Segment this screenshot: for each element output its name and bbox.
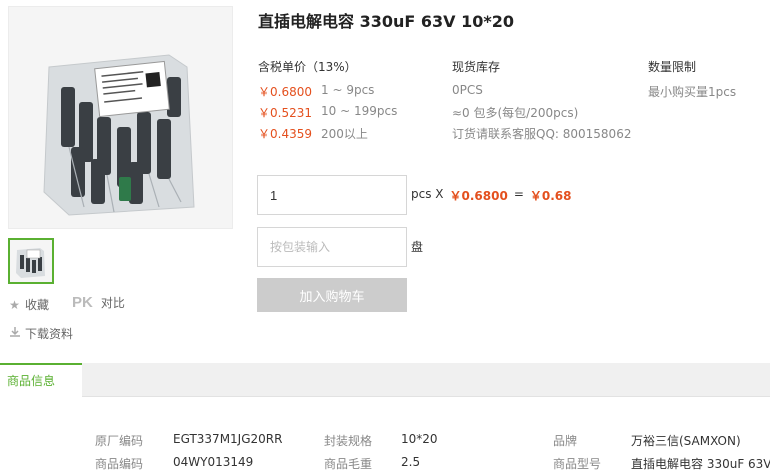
spec-value: 万裕三信(SAMXON) [631,434,741,448]
tier-qty: 10 ~ 199pcs [321,104,398,118]
thumbnail-photo-icon [10,240,52,282]
spec-value: 10*20 [401,432,438,446]
tier-qty: 200以上 [321,127,368,141]
spec-value: 2.5 [401,455,421,469]
tier-price: ￥0.4359 [258,127,312,141]
price-tier: ￥0.4359 200以上 [258,125,368,142]
package-unit: 盘 [411,240,424,254]
product-photo-icon [9,7,232,228]
spec-value: 04WY013149 [173,455,254,469]
price-tier: ￥0.5231 10 ~ 199pcs [258,104,397,121]
package-input[interactable] [257,227,407,267]
min-purchase: 最小购买量1pcs [648,85,737,99]
add-to-cart-button[interactable]: 加入购物车 [257,278,407,312]
download-icon [8,326,21,341]
price-header: 含税单价（13%） [258,60,357,74]
tier-qty: 1 ~ 9pcs [321,83,375,97]
tab-product-info[interactable]: 商品信息 [0,363,82,397]
limit-header: 数量限制 [648,60,697,74]
product-image[interactable] [8,6,233,229]
stock-pack: ≈0 包多(每包/200pcs) [452,106,579,120]
spec-value: 直插电解电容 330uF 63V ... [631,457,770,471]
tier-price: ￥0.6800 [258,85,312,99]
total-price: ￥0.68 [529,189,572,203]
spec-label: 商品型号 [553,457,602,471]
quantity-input[interactable] [257,175,407,215]
spec-label: 封装规格 [324,434,373,448]
favorite-button[interactable]: ★ 收藏 [8,296,49,313]
spec-label: 商品毛重 [324,457,373,471]
download-label: 下载资料 [25,327,74,341]
download-button[interactable]: 下载资料 [8,325,73,342]
spec-label: 品牌 [553,434,578,448]
info-tab-bar: 商品信息 [0,363,770,397]
stock-header: 现货库存 [452,60,501,74]
unit-price: ￥0.6800 [449,189,508,203]
product-title: 直插电解电容 330uF 63V 10*20 [258,12,514,31]
compare-label: 对比 [100,296,125,310]
tier-price: ￥0.5231 [258,106,312,120]
equals-sign: = [513,187,524,201]
spec-label: 商品编码 [95,457,144,471]
star-icon: ★ [9,297,20,312]
spec-label: 原厂编码 [95,434,144,448]
unit-x-label: pcs X [411,187,444,201]
price-calculation: pcs X ￥0.6800 = ￥0.68 [411,187,572,204]
pk-icon: PK [72,294,93,311]
stock-qty: 0PCS [452,83,483,97]
price-tier: ￥0.6800 1 ~ 9pcs [258,83,374,100]
compare-button[interactable]: PK 对比 [72,294,125,311]
stock-contact: 订货请联系客服QQ: 800158062 [452,127,632,141]
spec-value: EGT337M1JG20RR [173,432,283,446]
product-thumbnail[interactable] [8,238,54,284]
favorite-label: 收藏 [25,298,50,312]
